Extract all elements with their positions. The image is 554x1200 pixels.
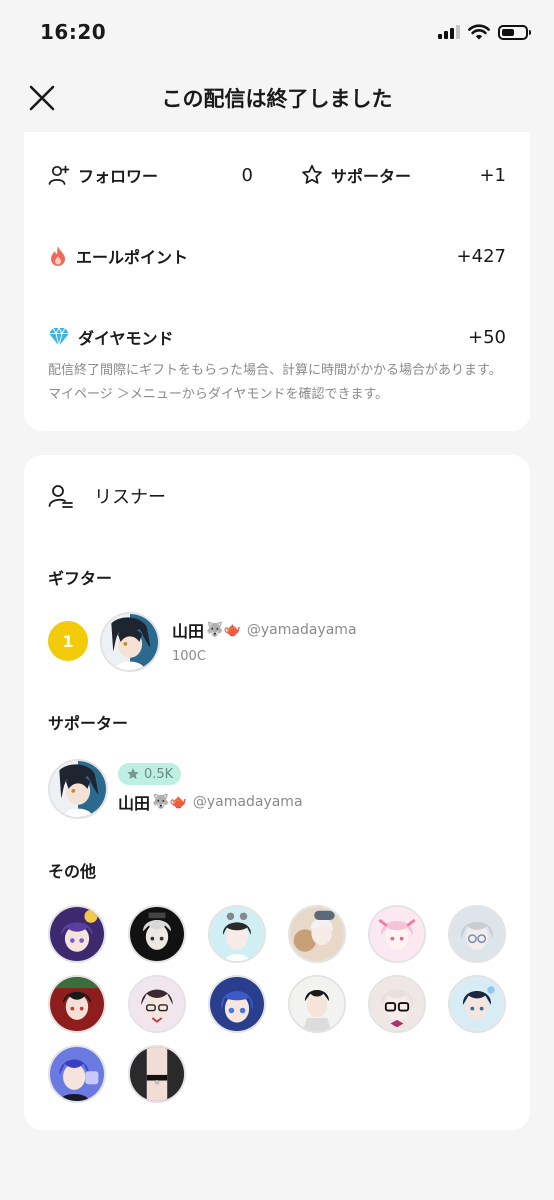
stats-row-follow: フォロワー 0 サポーター +1 [48,160,506,190]
listener-avatar[interactable] [128,1045,186,1103]
supporter-avatar[interactable] [48,759,108,819]
listener-avatar[interactable] [208,975,266,1033]
add-person-icon [48,165,70,185]
others-section-label: その他 [48,862,97,881]
supporters-stat: サポーター +1 [277,163,506,187]
followers-stat: フォロワー 0 [48,163,277,187]
listener-avatar[interactable] [368,975,426,1033]
diamonds-row: ダイヤモンド +50 [48,322,506,352]
supporters-label: サポーター [331,167,412,186]
supporter-name[interactable]: 山田 [118,790,150,814]
listener-avatar[interactable] [48,1045,106,1103]
flame-icon [51,246,65,266]
diamonds-value: +50 [468,326,506,348]
yell-points-label: エールポイント [76,248,189,267]
rank-badge: 1 [48,621,88,661]
yell-points-value: +427 [456,245,506,267]
listener-avatar[interactable] [448,975,506,1033]
yell-points-row: エールポイント +427 [48,241,506,271]
status-time: 16:20 [40,20,107,44]
status-icons [438,24,531,40]
diamonds-label: ダイヤモンド [78,329,174,348]
listener-avatar[interactable] [128,905,186,963]
listeners-header: リスナー [48,483,166,509]
listener-avatar[interactable] [288,905,346,963]
listener-avatar[interactable] [368,905,426,963]
gifter-amount: 100C [172,649,206,664]
gifter-handle: @yamadayama [246,622,357,638]
close-icon [29,85,55,111]
followers-value: 0 [241,164,253,186]
listeners-card: リスナー ギフター 1 山田 🐺🫖 @yamadayama 100C サポーター [24,455,530,1130]
status-bar: 16:20 [0,0,554,64]
gifter-avatar[interactable] [100,612,160,672]
supporter-section-label: サポーター [48,714,129,733]
support-badge-value: 0.5K [144,766,174,782]
person-list-icon [48,485,73,508]
star-icon [302,164,322,184]
diamond-note: 配信終了間際にギフトをもらった場合、計算に時間がかかる場合があります。マイページ… [48,363,502,402]
listeners-title: リスナー [94,487,166,508]
gifter-section-label: ギフター [48,569,113,588]
followers-label: フォロワー [78,167,159,186]
listener-avatar[interactable] [208,905,266,963]
gifter-name-row: 山田 🐺🫖 @yamadayama [172,618,357,642]
close-button[interactable] [26,82,58,114]
battery-icon [498,24,531,40]
supporter-name-row: 山田 🐺🫖 @yamadayama [118,790,303,814]
stats-card: フォロワー 0 サポーター +1 エールポイント +427 ダイヤモンド +50… [24,132,530,431]
listener-avatar[interactable] [288,975,346,1033]
listener-avatar[interactable] [448,905,506,963]
supporter-handle: @yamadayama [192,794,303,810]
gifter-name[interactable]: 山田 [172,618,204,642]
signal-icon [438,25,460,39]
page-title: この配信は終了しました [161,87,393,111]
supporters-value: +1 [479,164,506,186]
support-badge: 0.5K [118,763,182,785]
star-filled-icon [127,768,139,780]
listener-avatar[interactable] [128,975,186,1033]
listener-avatar[interactable] [48,905,106,963]
header: この配信は終了しました [0,70,554,126]
listener-avatar[interactable] [48,975,106,1033]
wifi-icon [468,24,490,40]
gifter-emoji: 🐺🫖 [206,622,241,638]
supporter-emoji: 🐺🫖 [152,794,187,810]
diamond-icon [49,327,69,347]
